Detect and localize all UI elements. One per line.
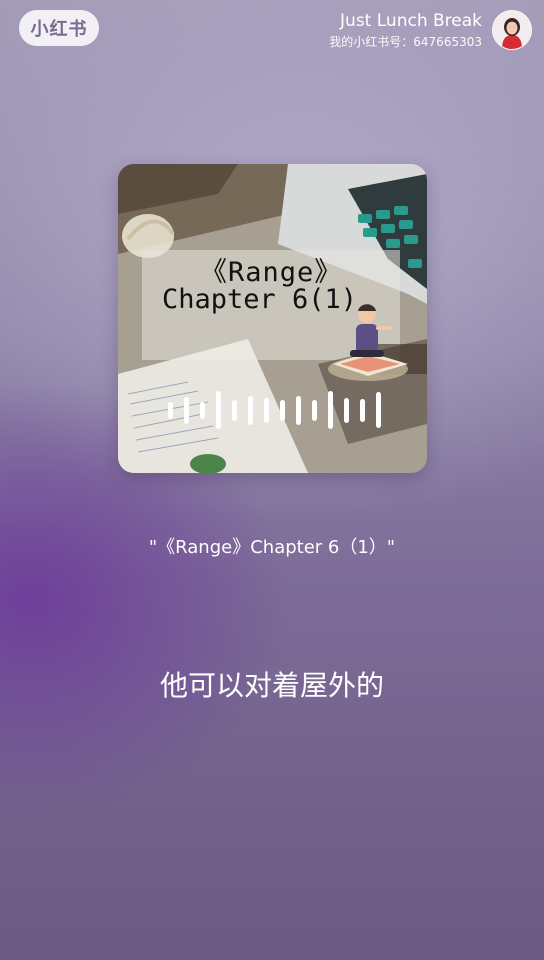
waveform-bar <box>248 395 253 425</box>
waveform-bar <box>184 396 189 424</box>
waveform-bar <box>216 391 221 429</box>
album-cover[interactable]: 《Range》 Chapter 6(1) <box>118 164 427 473</box>
waveform-bar <box>312 399 317 421</box>
user-info: Just Lunch Break 我的小红书号：647665303 <box>329 10 482 51</box>
avatar-image <box>493 11 531 49</box>
lyric-line: 他可以对着屋外的 <box>159 669 384 702</box>
xiaohongshu-logo: 小红书 <box>19 10 99 46</box>
user-name: Just Lunch Break <box>340 11 482 31</box>
cover-title-line2: Chapter 6(1) <box>162 284 358 315</box>
waveform-bar <box>200 401 205 419</box>
waveform-bar <box>168 401 173 419</box>
waveform-bar <box>328 391 333 429</box>
waveform-bar <box>280 399 285 421</box>
waveform-bar <box>376 392 381 428</box>
waveform-bar <box>344 397 349 423</box>
waveform-bar <box>296 395 301 425</box>
waveform-bar <box>360 398 365 422</box>
audio-waveform <box>168 390 392 430</box>
waveform-bar <box>264 397 269 423</box>
waveform-bar <box>232 399 237 421</box>
track-title: "《Range》Chapter 6（1）" <box>148 537 396 558</box>
avatar[interactable] <box>492 10 532 50</box>
user-id: 我的小红书号：647665303 <box>329 35 482 49</box>
